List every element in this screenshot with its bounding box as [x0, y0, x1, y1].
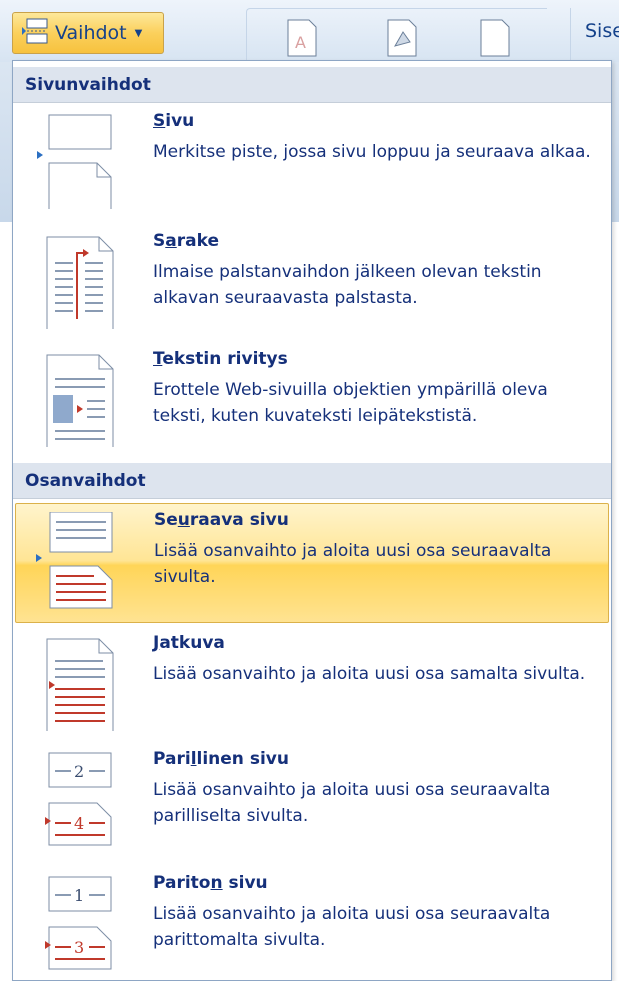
- menu-item-description: Lisää osanvaihto ja aloita uusi osa seur…: [153, 904, 551, 950]
- page-borders-icon[interactable]: [478, 18, 512, 62]
- menu-item-title: Tekstin rivitys: [153, 349, 288, 369]
- menu-item-page-break[interactable]: Sivu Merkitse piste, jossa sivu loppuu j…: [15, 105, 609, 219]
- menu-item-continuous-section[interactable]: Jatkuva Lisää osanvaihto ja aloita uusi …: [15, 627, 609, 741]
- svg-text:A: A: [295, 33, 306, 52]
- menu-item-description: Lisää osanvaihto ja aloita uusi osa seur…: [154, 541, 552, 587]
- page-number-label: 4: [74, 814, 84, 833]
- menu-item-description: Ilmaise palstanvaihdon jälkeen olevan te…: [153, 262, 542, 308]
- breaks-button[interactable]: Vaihdot ▼: [12, 12, 164, 54]
- breaks-button-label: Vaihdot: [55, 22, 127, 44]
- menu-item-next-page-section[interactable]: Seuraava sivu Lisää osanvaihto ja aloita…: [15, 503, 609, 623]
- ribbon-tab-partial[interactable]: Sise: [570, 8, 619, 62]
- even-page-section-icon: 2 4: [33, 751, 117, 847]
- breaks-dropdown-menu: Sivunvaihdot Sivu Merkitse piste, jossa …: [12, 60, 612, 981]
- odd-page-section-icon: 1 3: [33, 875, 117, 971]
- ribbon: Vaihdot ▼ A Sise: [0, 0, 619, 63]
- next-page-section-icon: [34, 511, 118, 609]
- column-break-icon: [33, 233, 117, 332]
- menu-item-title: Seuraava sivu: [154, 510, 289, 530]
- menu-item-title: Jatkuva: [153, 633, 225, 653]
- chevron-down-icon: ▼: [134, 27, 143, 39]
- menu-item-description: Lisää osanvaihto ja aloita uusi osa sama…: [153, 664, 586, 684]
- menu-item-column-break[interactable]: Sarake Ilmaise palstanvaihdon jälkeen ol…: [15, 225, 609, 339]
- watermark-icon[interactable]: A: [285, 18, 319, 62]
- page-break-icon: [21, 18, 49, 48]
- menu-item-title: Pariton sivu: [153, 873, 268, 893]
- menu-item-title: Parillinen sivu: [153, 749, 289, 769]
- section-header-section-breaks: Osanvaihdot: [13, 463, 611, 499]
- page-number-label: 3: [74, 938, 84, 957]
- menu-item-description: Lisää osanvaihto ja aloita uusi osa seur…: [153, 780, 551, 826]
- menu-item-text-wrapping-break[interactable]: Tekstin rivitys Erottele Web-sivuilla ob…: [15, 343, 609, 457]
- menu-item-title: Sarake: [153, 231, 219, 251]
- page-number-label: 1: [74, 886, 84, 905]
- menu-item-even-page-section[interactable]: 2 4 Parillinen sivu Lisää osanvaihto ja …: [15, 743, 609, 857]
- menu-item-description: Merkitse piste, jossa sivu loppuu ja seu…: [153, 142, 591, 162]
- page-color-icon[interactable]: [385, 18, 419, 62]
- page-number-label: 2: [74, 762, 84, 781]
- menu-item-description: Erottele Web-sivuilla objektien ympärill…: [153, 380, 548, 426]
- page-break-icon: [33, 113, 117, 212]
- menu-item-title: Sivu: [153, 111, 195, 131]
- text-wrapping-break-icon: [33, 351, 117, 450]
- continuous-section-icon: [33, 635, 117, 734]
- section-header-page-breaks: Sivunvaihdot: [13, 67, 611, 103]
- menu-item-odd-page-section[interactable]: 1 3 Pariton sivu Lisää osanvaihto ja alo…: [15, 867, 609, 981]
